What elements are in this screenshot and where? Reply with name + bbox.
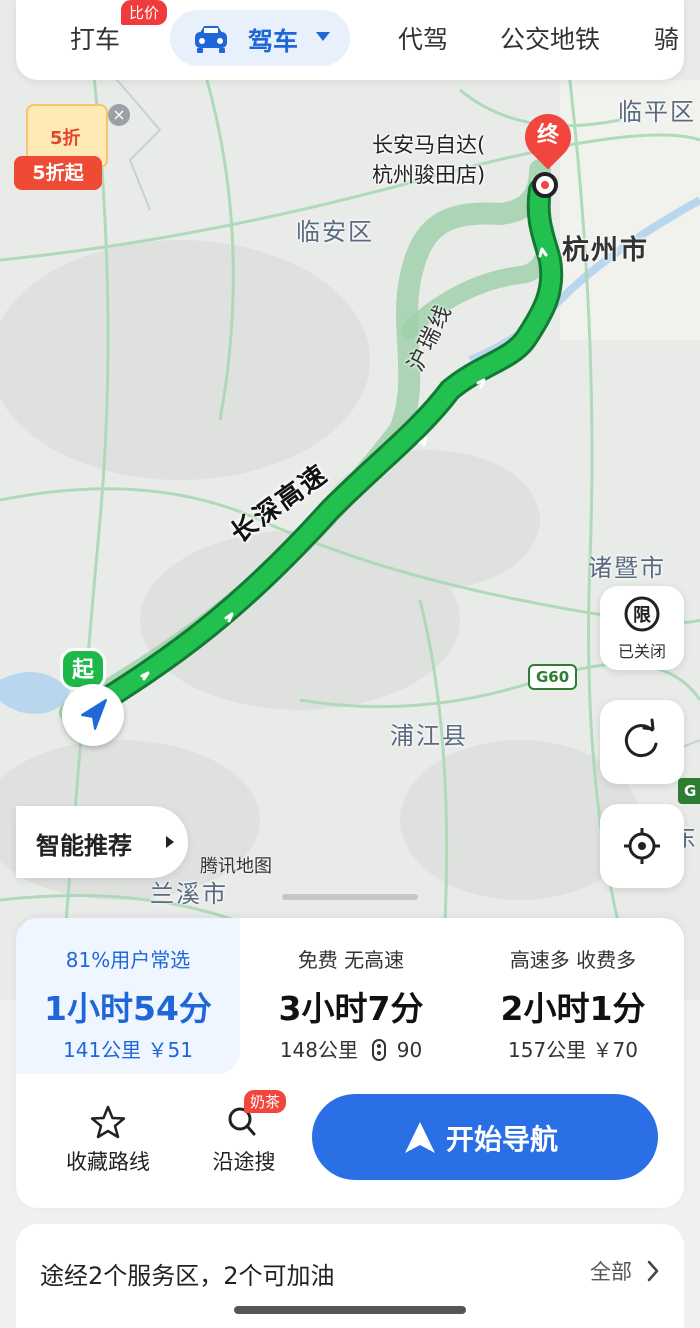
destination-pin[interactable]: 终: [515, 104, 581, 170]
service-area-all-link[interactable]: 全部: [590, 1256, 632, 1286]
tab-transit[interactable]: 公交地铁: [500, 20, 600, 56]
route-option-3[interactable]: 高速多 收费多 2小时1分 157公里 ￥70: [462, 918, 684, 1074]
locate-button[interactable]: [600, 804, 684, 888]
coupon-ticket-text: 5折: [50, 128, 81, 149]
car-icon: [195, 26, 227, 53]
favorite-route-label: 收藏路线: [66, 1150, 150, 1174]
route-option-tag: 81%用户常选: [65, 948, 191, 972]
traffic-light-count: 90: [396, 1038, 423, 1062]
route-option-1[interactable]: 81%用户常选 1小时54分 141公里 ￥51: [16, 918, 240, 1074]
route-option-time: 1小时54分: [44, 989, 212, 1028]
tab-taxi[interactable]: 打车: [70, 20, 120, 56]
route-option-meta: 157公里 ￥70: [508, 1038, 638, 1062]
coupon-tag: 5折起: [14, 156, 102, 190]
transport-mode-tabs: 打车 比价 驾车 代驾 公交地铁 骑: [16, 0, 684, 80]
start-navigation-button[interactable]: 开始导航: [312, 1094, 658, 1180]
traffic-restriction-button[interactable]: 限 已关闭: [600, 586, 684, 670]
chevron-right-icon: [647, 1260, 659, 1282]
route-option-distance: 148公里: [279, 1038, 358, 1062]
tab-bike[interactable]: 骑: [654, 20, 684, 56]
route-option-meta: 141公里 ￥51: [63, 1038, 193, 1062]
route-option-2[interactable]: 免费 无高速 3小时7分 148公里 90: [240, 918, 462, 1074]
restriction-icon-glyph: 限: [633, 605, 652, 626]
restriction-icon: 限: [624, 596, 660, 632]
close-icon[interactable]: ×: [108, 104, 130, 126]
smart-recommend-label: 智能推荐: [36, 832, 132, 860]
start-navigation-label: 开始导航: [446, 1123, 559, 1156]
route-option-tag: 高速多 收费多: [509, 948, 637, 972]
route-panel: 81%用户常选 1小时54分 141公里 ￥51 免费 无高速 3小时7分 14…: [16, 918, 684, 1208]
star-icon: [90, 1105, 126, 1139]
destination-point: [532, 172, 558, 198]
chevron-down-icon: [316, 32, 330, 41]
tab-drive[interactable]: 驾车: [170, 10, 350, 66]
refresh-icon: [624, 718, 658, 758]
place-label-pujiang: 浦江县: [390, 722, 468, 750]
favorite-route-button[interactable]: 收藏路线: [62, 1104, 154, 1174]
highway-shield-g60: G60: [528, 664, 578, 690]
place-label-lanxi: 兰溪市: [150, 880, 228, 908]
locate-icon: [624, 828, 660, 864]
sheet-drag-handle[interactable]: [282, 894, 418, 900]
current-location-marker: [62, 684, 124, 746]
discount-coupon[interactable]: 5折 5折起: [14, 104, 108, 190]
home-indicator: [234, 1306, 466, 1314]
destination-label[interactable]: 长安马自达( 杭州骏田店): [372, 130, 485, 190]
destination-label-line1: 长安马自达(: [372, 133, 486, 157]
place-label-linan: 临安区: [296, 218, 374, 246]
place-label-linping: 临平区: [618, 98, 696, 126]
route-option-time: 3小时7分: [278, 989, 424, 1028]
service-area-summary: 途经2个服务区，2个可加油: [40, 1262, 335, 1290]
place-label-hangzhou: 杭州市: [562, 235, 649, 266]
refresh-route-button[interactable]: [600, 700, 684, 784]
place-label-zhuji: 诸暨市: [588, 554, 666, 582]
search-along-route-label: 沿途搜: [212, 1150, 276, 1174]
destination-pin-label: 终: [536, 123, 559, 148]
route-option-meta: 148公里 90: [240, 1034, 462, 1063]
destination-label-line2: 杭州骏田店): [372, 163, 486, 187]
route-option-tag: 免费 无高速: [297, 948, 405, 972]
navigation-arrow-icon: [81, 699, 107, 730]
smart-recommend-button[interactable]: 智能推荐: [16, 806, 188, 878]
milk-tea-badge: 奶茶: [244, 1090, 287, 1113]
caret-right-icon: [166, 836, 174, 848]
tab-designated-driver[interactable]: 代驾: [398, 20, 448, 56]
traffic-light-icon: [372, 1039, 387, 1061]
tab-drive-label: 驾车: [248, 27, 299, 56]
compare-price-badge: 比价: [121, 0, 168, 25]
navigation-arrow-icon: [405, 1122, 435, 1153]
map-watermark: 腾讯地图: [200, 856, 272, 877]
route-option-time: 2小时1分: [500, 989, 646, 1028]
restriction-status: 已关闭: [617, 642, 666, 661]
